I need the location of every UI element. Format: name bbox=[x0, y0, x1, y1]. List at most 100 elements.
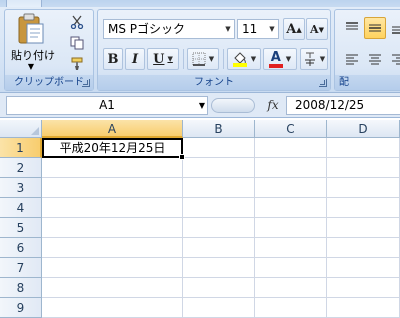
underline-button[interactable]: U ▼ bbox=[147, 48, 179, 70]
font-group: MS Pゴシック ▼ 11 ▼ A ▲ A ▼ B I U ▼ ▼ ▼ A ▼ … bbox=[97, 9, 331, 91]
cell-b5[interactable] bbox=[183, 218, 255, 238]
bold-button[interactable]: B bbox=[103, 48, 123, 70]
cell-c2[interactable] bbox=[255, 158, 327, 178]
cell-b7[interactable] bbox=[183, 258, 255, 278]
grow-font-button[interactable]: A ▲ bbox=[283, 18, 305, 40]
cell-d9[interactable] bbox=[327, 298, 400, 318]
column-header-b[interactable]: B bbox=[183, 120, 255, 138]
cell-d4[interactable] bbox=[327, 198, 400, 218]
cell-d5[interactable] bbox=[327, 218, 400, 238]
row-header-1[interactable]: 1 bbox=[0, 138, 42, 158]
column-header-c[interactable]: C bbox=[255, 120, 327, 138]
cell-b9[interactable] bbox=[183, 298, 255, 318]
fill-handle[interactable] bbox=[179, 154, 185, 160]
paintbrush-icon bbox=[71, 57, 83, 70]
font-color-swatch bbox=[268, 63, 283, 68]
chevron-down-icon[interactable]: ▼ bbox=[222, 20, 234, 38]
chevron-down-icon: ▼ bbox=[27, 62, 35, 71]
clipboard-dialog-launcher-icon[interactable] bbox=[82, 79, 90, 87]
formula-input[interactable]: 2008/12/25 bbox=[286, 96, 400, 115]
align-right-button[interactable] bbox=[387, 48, 400, 70]
column-header-d[interactable]: D bbox=[327, 120, 400, 138]
shrink-font-icon: A bbox=[310, 22, 319, 36]
row-header-2[interactable]: 2 bbox=[0, 158, 42, 178]
row-header-4[interactable]: 4 bbox=[0, 198, 42, 218]
cell-a7[interactable] bbox=[42, 258, 183, 278]
cell-c1[interactable] bbox=[255, 138, 327, 158]
row-header-3[interactable]: 3 bbox=[0, 178, 42, 198]
cell-a4[interactable] bbox=[42, 198, 183, 218]
cell-c7[interactable] bbox=[255, 258, 327, 278]
alignment-group: 配 bbox=[334, 9, 400, 91]
cell-b6[interactable] bbox=[183, 238, 255, 258]
chevron-down-icon: ▼ bbox=[167, 55, 173, 63]
align-middle-icon bbox=[369, 24, 381, 32]
cut-button[interactable] bbox=[67, 13, 87, 31]
cell-d6[interactable] bbox=[327, 238, 400, 258]
cell-a9[interactable] bbox=[42, 298, 183, 318]
phonetic-guide-button[interactable]: ▼ bbox=[300, 48, 328, 70]
cell-b8[interactable] bbox=[183, 278, 255, 298]
column-header-label: A bbox=[107, 122, 117, 136]
align-center-button[interactable] bbox=[364, 48, 386, 70]
fill-color-button[interactable]: ▼ bbox=[227, 48, 261, 70]
copy-icon bbox=[70, 36, 84, 50]
font-color-button[interactable]: A ▼ bbox=[263, 48, 297, 70]
insert-function-button[interactable]: fx bbox=[262, 96, 284, 115]
row-header-9[interactable]: 9 bbox=[0, 298, 42, 318]
cell-a6[interactable] bbox=[42, 238, 183, 258]
formula-bar-splitter[interactable] bbox=[211, 98, 255, 113]
cell-c3[interactable] bbox=[255, 178, 327, 198]
cell-c5[interactable] bbox=[255, 218, 327, 238]
align-bottom-button[interactable] bbox=[387, 17, 400, 39]
column-header-label: C bbox=[286, 122, 295, 136]
column-header-a[interactable]: A bbox=[42, 120, 183, 138]
scissors-icon bbox=[70, 15, 84, 29]
name-box-value: A1 bbox=[99, 98, 115, 112]
cell-a1[interactable]: 平成20年12月25日 bbox=[42, 138, 183, 158]
cell-c4[interactable] bbox=[255, 198, 327, 218]
font-name-box[interactable]: MS Pゴシック ▼ bbox=[103, 19, 235, 39]
cell-b1[interactable] bbox=[183, 138, 255, 158]
cell-b2[interactable] bbox=[183, 158, 255, 178]
cell-b3[interactable] bbox=[183, 178, 255, 198]
row-header-5[interactable]: 5 bbox=[0, 218, 42, 238]
tab-home[interactable] bbox=[6, 0, 42, 7]
font-dialog-launcher-icon[interactable] bbox=[319, 79, 327, 87]
font-group-label: フォント bbox=[98, 75, 330, 90]
borders-button[interactable]: ▼ bbox=[187, 48, 219, 70]
font-size-box[interactable]: 11 ▼ bbox=[237, 19, 279, 39]
italic-button[interactable]: I bbox=[125, 48, 145, 70]
cell-a5[interactable] bbox=[42, 218, 183, 238]
cell-b4[interactable] bbox=[183, 198, 255, 218]
row-header-6[interactable]: 6 bbox=[0, 238, 42, 258]
shrink-font-button[interactable]: A ▼ bbox=[306, 18, 328, 40]
cell-d3[interactable] bbox=[327, 178, 400, 198]
align-middle-button[interactable] bbox=[364, 17, 386, 39]
paste-button[interactable]: 貼り付け ▼ bbox=[11, 13, 55, 73]
row-header-8[interactable]: 8 bbox=[0, 278, 42, 298]
align-top-button[interactable] bbox=[341, 17, 363, 39]
name-box[interactable]: A1 ▼ bbox=[6, 96, 208, 115]
chevron-down-icon[interactable]: ▼ bbox=[199, 97, 205, 114]
copy-button[interactable] bbox=[67, 34, 87, 52]
align-left-button[interactable] bbox=[341, 48, 363, 70]
format-painter-button[interactable] bbox=[67, 55, 87, 73]
cell-d7[interactable] bbox=[327, 258, 400, 278]
column-header-label: B bbox=[214, 122, 223, 136]
separator bbox=[223, 49, 224, 69]
cell-c6[interactable] bbox=[255, 238, 327, 258]
cell-a3[interactable] bbox=[42, 178, 183, 198]
cell-d8[interactable] bbox=[327, 278, 400, 298]
select-all-button[interactable] bbox=[0, 120, 42, 138]
cell-a8[interactable] bbox=[42, 278, 183, 298]
cell-a2[interactable] bbox=[42, 158, 183, 178]
paste-label: 貼り付け bbox=[11, 49, 55, 62]
row-header-7[interactable]: 7 bbox=[0, 258, 42, 278]
chevron-down-icon[interactable]: ▼ bbox=[266, 20, 278, 38]
cell-d1[interactable] bbox=[327, 138, 400, 158]
cell-d2[interactable] bbox=[327, 158, 400, 178]
cell-c8[interactable] bbox=[255, 278, 327, 298]
cell-c9[interactable] bbox=[255, 298, 327, 318]
align-center-icon bbox=[369, 54, 381, 65]
